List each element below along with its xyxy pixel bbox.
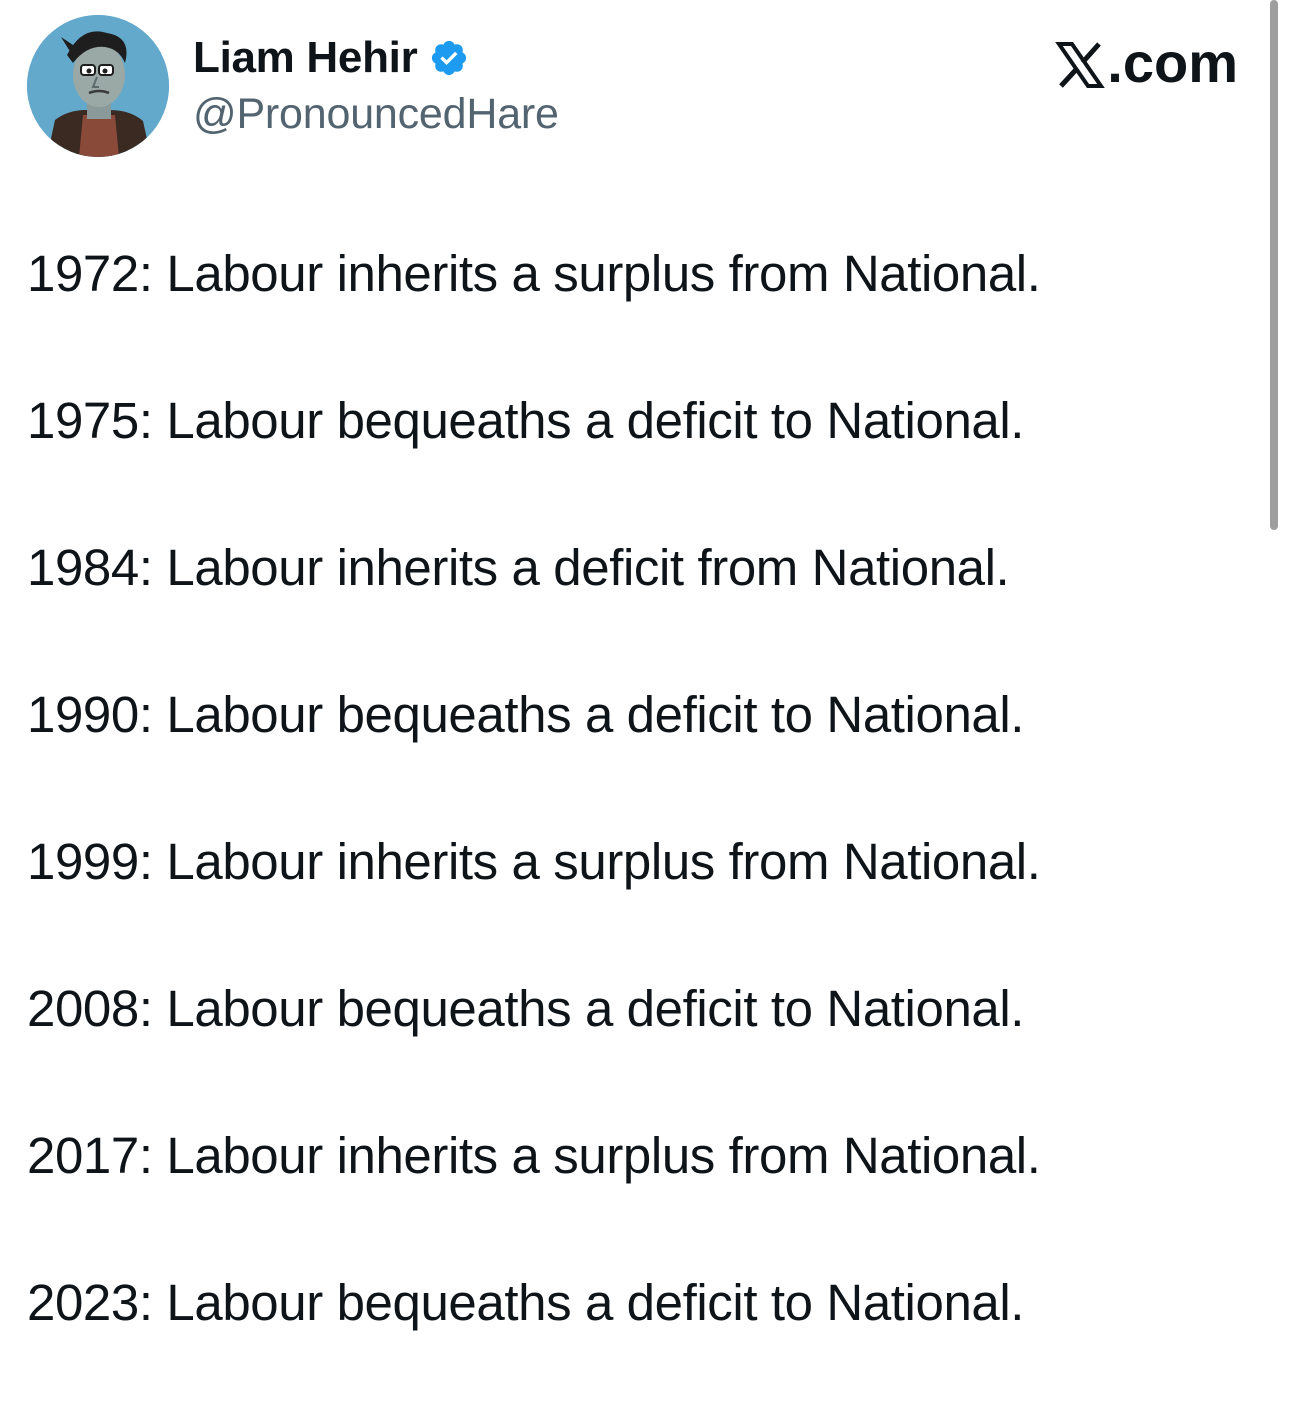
tweet-line: 2017: Labour inherits a surplus from Nat… [27, 1127, 1041, 1184]
tweet-line: 1984: Labour inherits a deficit from Nat… [27, 539, 1010, 596]
tweet-line: 1975: Labour bequeaths a deficit to Nati… [27, 392, 1025, 449]
tweet-line: 1972: Labour inherits a surplus from Nat… [27, 245, 1041, 302]
avatar[interactable] [27, 15, 169, 157]
tweet-line: 2008: Labour bequeaths a deficit to Nati… [27, 980, 1025, 1037]
tweet-line: 1990: Labour bequeaths a deficit to Nati… [27, 686, 1025, 743]
site-watermark-text: .com [1107, 31, 1238, 94]
x-logo-icon [1055, 38, 1106, 88]
author-handle[interactable]: @PronouncedHare [193, 90, 559, 139]
scrollbar[interactable] [1270, 0, 1278, 530]
tweet-body: 1972: Labour inherits a surplus from Nat… [27, 237, 1227, 1413]
author-name[interactable]: Liam Hehir [193, 33, 418, 83]
tweet-line: 1999: Labour inherits a surplus from Nat… [27, 833, 1041, 890]
tweet-header: Liam Hehir @PronouncedHare .com [0, 0, 1290, 180]
site-watermark: .com [1055, 30, 1238, 95]
verified-badge-icon [429, 38, 469, 78]
tweet-line: 2023: Labour bequeaths a deficit to Nati… [27, 1274, 1025, 1331]
author-name-row[interactable]: Liam Hehir [193, 30, 469, 86]
